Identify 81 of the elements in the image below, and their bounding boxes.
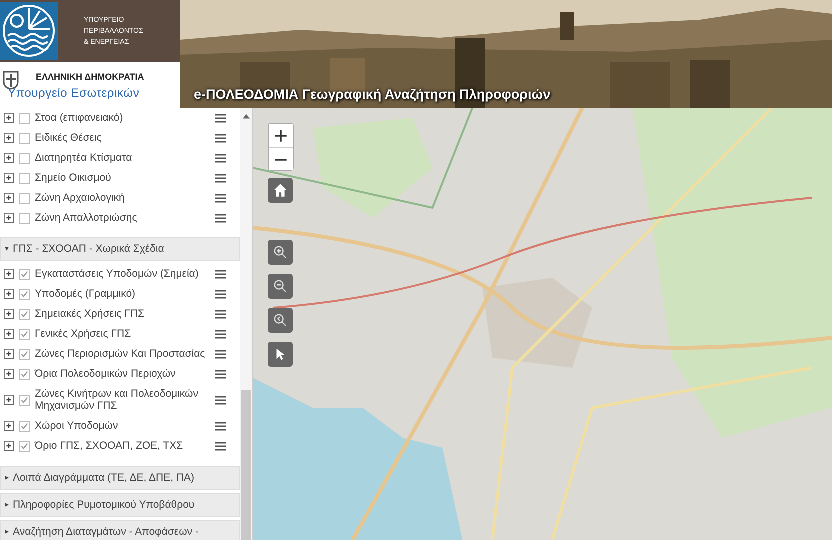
expand-icon[interactable]	[4, 441, 14, 451]
sun-waves-logo	[0, 0, 58, 62]
expand-icon[interactable]	[4, 153, 14, 163]
menu-icon[interactable]	[215, 330, 226, 338]
layer-label: Γενικές Χρήσεις ΓΠΣ	[35, 328, 132, 340]
menu-icon[interactable]	[215, 194, 226, 202]
layer-checkbox[interactable]	[19, 308, 30, 320]
menu-icon[interactable]	[215, 174, 226, 182]
menu-icon[interactable]	[215, 442, 226, 450]
home-button[interactable]	[268, 178, 293, 203]
menu-icon[interactable]	[215, 422, 226, 430]
layer-label: Ζώνη Απαλλοτριώσης	[35, 212, 138, 224]
layer-label: Ειδικές Θέσεις	[35, 132, 103, 144]
layer-label: Στοα (επιφανειακό)	[35, 112, 124, 124]
plus-icon	[274, 129, 288, 143]
layer-checkbox[interactable]	[19, 440, 30, 452]
menu-icon[interactable]	[215, 134, 226, 142]
layer-label: Ζώνη Αρχαιολογική	[35, 192, 126, 204]
section-header[interactable]: ΓΠΣ - ΣΧΟΟΑΠ - Χωρικά Σχέδια	[0, 237, 240, 261]
scroll-up-icon[interactable]	[243, 114, 250, 119]
home-icon	[273, 183, 288, 198]
zoom-out-tool-button[interactable]	[268, 274, 293, 299]
menu-icon[interactable]	[215, 154, 226, 162]
expand-icon[interactable]	[4, 349, 14, 359]
layer-checkbox[interactable]	[19, 394, 30, 406]
pointer-button[interactable]	[268, 342, 293, 367]
layer-label: Σημείο Οικισμού	[35, 172, 112, 184]
zoom-in-tool-button[interactable]	[268, 240, 293, 265]
section-header[interactable]: Πληροφορίες Ρυμοτομικού Υποβάθρου	[0, 493, 240, 517]
layer-checkbox[interactable]	[19, 348, 30, 360]
layer-label: Όριο ΓΠΣ, ΣΧΟΟΑΠ, ΖΟΕ, ΤΧΣ	[35, 440, 184, 452]
expand-icon[interactable]	[4, 213, 14, 223]
zoom-in-icon	[273, 245, 288, 260]
layer-checkbox[interactable]	[19, 368, 30, 380]
layer-label: Σημειακές Χρήσεις ΓΠΣ	[35, 308, 146, 320]
expand-icon[interactable]	[4, 133, 14, 143]
menu-icon[interactable]	[215, 350, 226, 358]
expand-icon[interactable]	[4, 113, 14, 123]
menu-icon[interactable]	[215, 370, 226, 378]
expand-icon[interactable]	[4, 369, 14, 379]
menu-icon[interactable]	[215, 310, 226, 318]
menu-icon[interactable]	[215, 290, 226, 298]
expand-icon[interactable]	[4, 173, 14, 183]
layer-label: Ζώνες Κινήτρων και Πολεοδομικών Μηχανισμών ΓΠΣ	[35, 388, 200, 412]
layer-checkbox[interactable]	[19, 328, 30, 340]
layer-label: Εγκαταστάσεις Υποδομών (Σημεία)	[35, 268, 200, 280]
expand-icon[interactable]	[4, 421, 14, 431]
expand-icon[interactable]	[4, 193, 14, 203]
expand-icon[interactable]	[4, 329, 14, 339]
republic-label: ΕΛΛΗΝΙΚΗ ΔΗΜΟΚΡΑΤΙΑ	[35, 72, 144, 82]
layer-label: Ζώνες Περιορισμών Και Προστασίας	[35, 348, 206, 360]
zoom-out-button[interactable]	[269, 147, 293, 170]
layer-label: Χώροι Υποδομών	[35, 420, 120, 432]
expand-icon[interactable]	[4, 269, 14, 279]
expand-icon[interactable]	[4, 289, 14, 299]
layer-label: Όρια Πολεοδομικών Περιοχών	[35, 368, 177, 380]
coat-of-arms-icon	[2, 70, 20, 90]
layer-label: Διατηρητέα Κτίσματα	[35, 152, 134, 164]
scrollbar[interactable]	[240, 108, 252, 540]
layer-checkbox[interactable]	[19, 420, 30, 432]
menu-icon[interactable]	[215, 396, 226, 404]
ministry-name: Υπουργείο Εσωτερικών	[8, 86, 141, 100]
section-header[interactable]: Λοιπά Διαγράμματα (ΤΕ, ΔΕ, ΔΠΕ, ΠΑ)	[0, 466, 240, 490]
layer-label: Υποδομές (Γραμμικό)	[35, 288, 137, 300]
layer-checkbox[interactable]	[19, 152, 30, 164]
layer-checkbox[interactable]	[19, 112, 30, 124]
menu-icon[interactable]	[215, 114, 226, 122]
magnifier-back-icon	[273, 313, 288, 328]
expand-icon[interactable]	[4, 309, 14, 319]
layer-checkbox[interactable]	[19, 172, 30, 184]
layer-checkbox[interactable]	[19, 288, 30, 300]
previous-extent-button[interactable]	[268, 308, 293, 333]
menu-icon[interactable]	[215, 214, 226, 222]
section-header[interactable]: Αναζήτηση Διαταγμάτων - Αποφάσεων -	[0, 520, 240, 540]
menu-icon[interactable]	[215, 270, 226, 278]
expand-icon[interactable]	[4, 395, 14, 405]
layer-checkbox[interactable]	[19, 192, 30, 204]
zoom-out-icon	[273, 279, 288, 294]
layer-checkbox[interactable]	[19, 212, 30, 224]
layer-checkbox[interactable]	[19, 268, 30, 280]
layer-checkbox[interactable]	[19, 132, 30, 144]
